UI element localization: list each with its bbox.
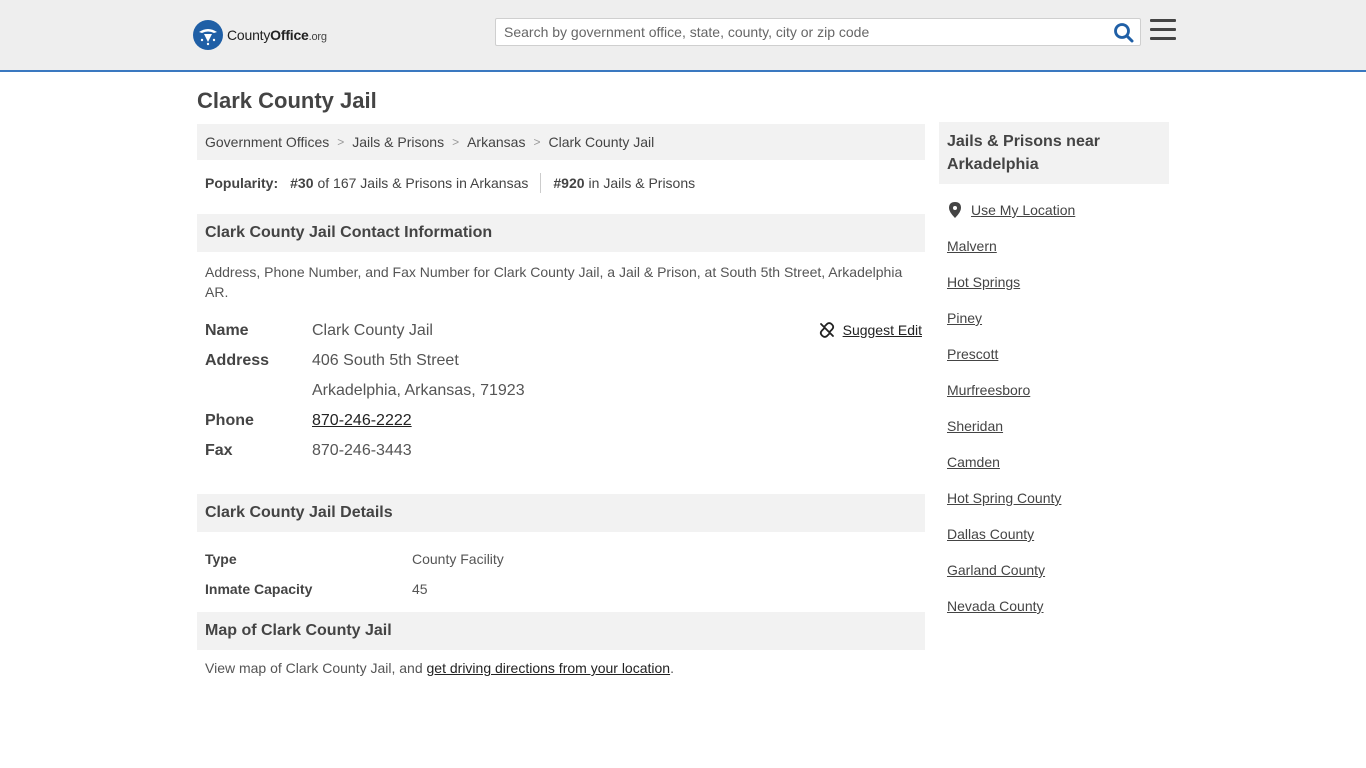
map-text-after: . [670,660,674,676]
nearby-item-hot-spring-county[interactable]: Hot Spring County [947,490,1169,526]
popularity-divider [540,173,542,193]
state-rank-text: of 167 Jails & Prisons in Arkansas [317,175,529,191]
nearby-list: Use My Location Malvern Hot Springs Pine… [939,202,1169,634]
phone-value: 870-246-2222 [312,412,412,430]
fax-value: 870-246-3443 [312,442,412,459]
nearby-item-malvern[interactable]: Malvern [947,238,1169,274]
map-text-before: View map of Clark County Jail, and [205,660,427,676]
search-button[interactable] [1112,21,1136,45]
suggest-edit-label: Suggest Edit [842,322,922,338]
contact-heading: Clark County Jail Contact Information [197,214,925,252]
breadcrumb: Government Offices > Jails & Prisons > A… [197,124,925,160]
driving-directions-link[interactable]: get driving directions from your locatio… [427,660,671,676]
logo-word-office: Office [270,27,309,43]
nearby-item-camden[interactable]: Camden [947,454,1169,490]
phone-label: Phone [205,412,254,429]
broken-link-icon [819,322,834,338]
nearby-link[interactable]: Murfreesboro [947,382,1030,398]
map-heading: Map of Clark County Jail [197,612,925,650]
type-label: Type [205,551,237,567]
nearby-sidebar: Jails & Prisons near Arkadelphia Use My … [939,122,1169,634]
capacity-label: Inmate Capacity [205,581,313,597]
logo-word-county: County [227,27,271,43]
use-my-location-link[interactable]: Use My Location [971,202,1075,218]
details-table: Type County Facility Inmate Capacity 45 [197,544,925,604]
national-rank: #920 [553,175,585,191]
details-row-capacity: Inmate Capacity 45 [205,574,925,604]
breadcrumb-separator: > [533,135,541,149]
logo-wordmark: CountyOffice.org [227,27,327,43]
nearby-item-nevada-county[interactable]: Nevada County [947,598,1169,634]
use-my-location[interactable]: Use My Location [947,202,1169,238]
nearby-link[interactable]: Dallas County [947,526,1034,542]
breadcrumb-current: Clark County Jail [548,134,655,150]
site-logo[interactable]: CountyOffice.org [193,20,327,50]
contact-description: Address, Phone Number, and Fax Number fo… [205,264,903,300]
nearby-link[interactable]: Garland County [947,562,1045,578]
suggest-edit-link[interactable]: Suggest Edit [819,322,922,338]
nearby-link[interactable]: Nevada County [947,598,1044,614]
nearby-link[interactable]: Hot Spring County [947,490,1061,506]
fax-label: Fax [205,442,233,459]
hamburger-menu-icon[interactable] [1150,19,1176,43]
name-label: Name [205,322,249,339]
nearby-item-piney[interactable]: Piney [947,310,1169,346]
main-content: Government Offices > Jails & Prisons > A… [197,124,925,676]
nearby-item-sheridan[interactable]: Sheridan [947,418,1169,454]
nearby-link[interactable]: Malvern [947,238,997,254]
search-box [495,18,1141,46]
search-icon [1114,23,1134,43]
nearby-link[interactable]: Piney [947,310,982,326]
breadcrumb-government-offices[interactable]: Government Offices [205,134,329,150]
nearby-link[interactable]: Camden [947,454,1000,470]
contact-row-address: Address 406 South 5th Street [205,346,925,376]
nearby-link[interactable]: Sheridan [947,418,1003,434]
popularity-label: Popularity: [205,175,279,191]
breadcrumb-arkansas[interactable]: Arkansas [467,134,525,150]
name-value: Clark County Jail [312,322,433,339]
details-heading: Clark County Jail Details [197,494,925,532]
sidebar-heading: Jails & Prisons near Arkadelphia [939,122,1169,184]
nearby-item-dallas-county[interactable]: Dallas County [947,526,1169,562]
nearby-item-hot-springs[interactable]: Hot Springs [947,274,1169,310]
phone-link[interactable]: 870-246-2222 [312,412,412,429]
page-title: Clark County Jail [197,88,377,113]
nearby-link[interactable]: Prescott [947,346,998,362]
nearby-link[interactable]: Hot Springs [947,274,1020,290]
map-description: View map of Clark County Jail, and get d… [197,650,925,676]
logo-word-org: .org [308,31,327,43]
contact-table: Suggest Edit Name Clark County Jail Addr… [197,316,925,466]
search-input[interactable] [496,19,1096,45]
national-rank-text: in Jails & Prisons [588,175,696,191]
contact-row-fax: Fax 870-246-3443 [205,436,925,466]
nearby-item-garland-county[interactable]: Garland County [947,562,1169,598]
state-rank: #30 [290,175,314,191]
top-bar: CountyOffice.org [0,0,1366,72]
nearby-item-prescott[interactable]: Prescott [947,346,1169,382]
popularity-bar: Popularity: #30 of 167 Jails & Prisons i… [197,172,925,194]
address-line2: Arkadelphia, Arkansas, 71923 [312,382,525,399]
breadcrumb-separator: > [452,135,460,149]
address-line1: 406 South 5th Street [312,352,459,369]
map-pin-icon [949,202,961,218]
type-value: County Facility [412,551,504,567]
nearby-item-murfreesboro[interactable]: Murfreesboro [947,382,1169,418]
county-seal-icon [193,20,223,50]
address-label: Address [205,352,270,369]
details-row-type: Type County Facility [205,544,925,574]
capacity-value: 45 [412,581,428,597]
contact-row-name: Name Clark County Jail [205,316,925,346]
contact-row-phone: Phone 870-246-2222 [205,406,925,436]
breadcrumb-jails-prisons[interactable]: Jails & Prisons [352,134,444,150]
breadcrumb-separator: > [337,135,345,149]
contact-row-address-2: Arkadelphia, Arkansas, 71923 [205,376,925,406]
